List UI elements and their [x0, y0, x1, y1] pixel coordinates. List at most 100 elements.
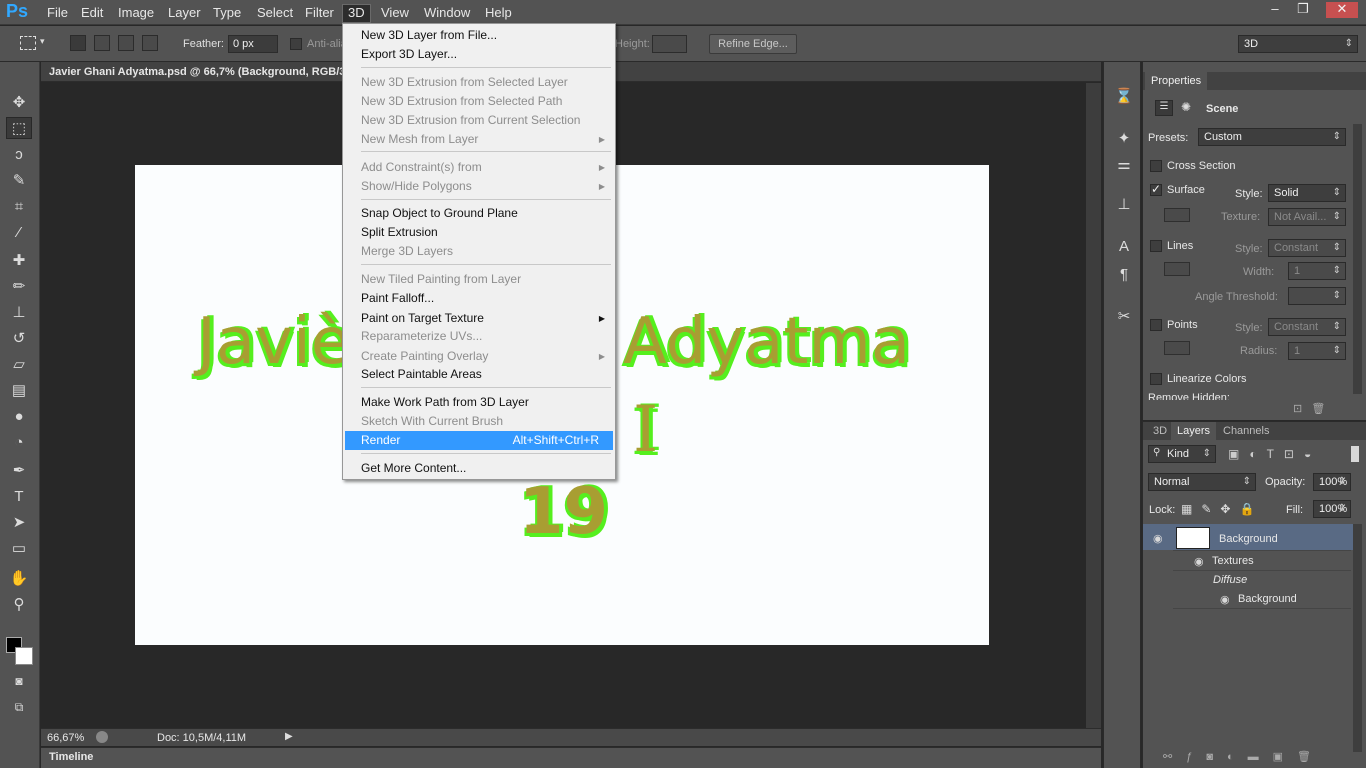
texture-select[interactable]: Not Avail... [1268, 208, 1346, 226]
clone-source-icon[interactable]: ⊥ [1113, 194, 1135, 216]
menu-type[interactable]: Type [208, 5, 246, 22]
background-color-swatch[interactable] [15, 647, 33, 665]
hand-tool-icon[interactable]: ✋ [6, 568, 32, 590]
lines-style-select[interactable]: Constant [1268, 239, 1346, 257]
path-selection-icon[interactable]: ➤ [6, 512, 32, 534]
radius-select[interactable]: 1 [1288, 342, 1346, 360]
tab-properties[interactable]: Properties [1145, 72, 1208, 90]
history-panel-icon[interactable]: ⌛ [1113, 86, 1135, 108]
texture-eye-icon[interactable]: ◉ [1220, 593, 1230, 606]
menu-item-get-more-content[interactable]: Get More Content... [345, 459, 613, 478]
eraser-tool-icon[interactable]: ▱ [6, 354, 32, 376]
tab-layers[interactable]: Layers [1171, 422, 1217, 440]
points-checkbox[interactable] [1150, 319, 1162, 331]
workspace-select[interactable]: 3D [1238, 35, 1358, 53]
status-info-icon[interactable] [96, 731, 108, 743]
menu-filter[interactable]: Filter [300, 5, 339, 22]
surface-checkbox[interactable] [1150, 182, 1162, 196]
layer-filter-icons[interactable]: ▣◐T⊡◒ [1228, 447, 1321, 461]
dodge-tool-icon[interactable]: ◔ [6, 432, 32, 454]
quick-selection-tool-icon[interactable]: ✎ [6, 170, 32, 192]
menu-item-snap-to-ground[interactable]: Snap Object to Ground Plane [345, 204, 613, 223]
add-selection-icon[interactable] [94, 35, 110, 51]
menu-layer[interactable]: Layer [163, 5, 206, 22]
blur-tool-icon[interactable]: ● [6, 406, 32, 428]
menu-item-export-3d-layer[interactable]: Export 3D Layer... [345, 45, 613, 64]
menu-edit[interactable]: Edit [76, 5, 108, 22]
properties-scrollbar[interactable] [1353, 124, 1362, 394]
lines-checkbox[interactable] [1150, 240, 1162, 252]
points-style-select[interactable]: Constant [1268, 318, 1346, 336]
anti-alias-checkbox[interactable] [290, 38, 302, 50]
brush-tool-icon[interactable]: ✏ [6, 276, 32, 298]
lightbulb-icon[interactable]: ✺ [1181, 100, 1191, 114]
chevron-down-icon[interactable]: ▾ [40, 36, 45, 47]
surface-color-swatch[interactable] [1164, 208, 1190, 222]
menu-item-make-work-path[interactable]: Make Work Path from 3D Layer [345, 393, 613, 412]
paragraph-panel-icon[interactable]: ¶ [1113, 264, 1135, 286]
blend-mode-select[interactable]: Normal [1148, 473, 1256, 491]
menu-item-sketch-with-brush[interactable]: Sketch With Current Brush [345, 412, 613, 431]
menu-item-merge-3d-layers[interactable]: Merge 3D Layers [345, 242, 613, 261]
layer-name[interactable]: Background [1219, 533, 1278, 545]
quick-mask-icon[interactable]: ◙ [6, 670, 32, 692]
gradient-tool-icon[interactable]: ▤ [6, 380, 32, 402]
history-brush-icon[interactable]: ↺ [6, 328, 32, 350]
menu-file[interactable]: File [42, 5, 73, 22]
move-tool-icon[interactable]: ✥ [6, 92, 32, 114]
layers-footer-icons[interactable]: ⚯ƒ◙◐▬▣🗑 [1163, 750, 1363, 763]
menu-3d[interactable]: 3D [342, 4, 371, 23]
filter-toggle[interactable] [1351, 446, 1359, 462]
tab-3d[interactable]: 3D [1147, 422, 1173, 440]
menu-item-reparameterize-uvs[interactable]: Reparameterize UVs... [345, 327, 613, 346]
subtract-selection-icon[interactable] [118, 35, 134, 51]
menu-item-paint-falloff[interactable]: Paint Falloff... [345, 289, 613, 308]
pen-tool-icon[interactable]: ✒ [6, 460, 32, 482]
type-tool-icon[interactable]: T [6, 486, 32, 508]
menu-help[interactable]: Help [480, 5, 517, 22]
menu-item-add-constraints[interactable]: Add Constraint(s) from ▶ [345, 158, 613, 177]
cross-section-checkbox[interactable] [1150, 160, 1162, 172]
width-select[interactable]: 1 [1288, 262, 1346, 280]
minimize-icon[interactable]: – [1262, 2, 1288, 18]
menu-item-extrusion-selected-layer[interactable]: New 3D Extrusion from Selected Layer [345, 73, 613, 92]
lines-color-swatch[interactable] [1164, 262, 1190, 276]
menu-item-extrusion-current-selection[interactable]: New 3D Extrusion from Current Selection [345, 111, 613, 130]
marquee-preset-icon[interactable] [20, 36, 36, 50]
height-input[interactable] [652, 35, 687, 53]
menu-item-new-mesh-from-layer[interactable]: New Mesh from Layer ▶ [345, 130, 613, 149]
angle-threshold-select[interactable] [1288, 287, 1346, 305]
properties-footer-icon[interactable]: ⊡ 🗑 [1293, 402, 1325, 415]
status-arrow-icon[interactable]: ▶ [285, 731, 293, 742]
crop-tool-icon[interactable]: ⌗ [6, 196, 32, 218]
clone-stamp-icon[interactable]: ⊥ [6, 302, 32, 324]
presets-select[interactable]: Custom [1198, 128, 1346, 146]
textures-eye-icon[interactable]: ◉ [1194, 555, 1204, 568]
menu-image[interactable]: Image [113, 5, 159, 22]
character-panel-icon[interactable]: A [1113, 236, 1135, 258]
layers-scrollbar[interactable] [1353, 524, 1362, 752]
menu-item-extrusion-selected-path[interactable]: New 3D Extrusion from Selected Path [345, 92, 613, 111]
intersect-selection-icon[interactable] [142, 35, 158, 51]
menu-item-render[interactable]: Render Alt+Shift+Ctrl+R [345, 431, 613, 450]
tab-channels[interactable]: Channels [1217, 422, 1275, 440]
surface-style-select[interactable]: Solid [1268, 184, 1346, 202]
zoom-tool-icon[interactable]: ⚲ [6, 594, 32, 616]
refine-edge-button[interactable]: Refine Edge... [709, 34, 797, 54]
rectangle-tool-icon[interactable]: ▭ [6, 538, 32, 560]
menu-item-paint-on-target-texture[interactable]: Paint on Target Texture ▶ [345, 309, 613, 328]
menu-item-show-hide-polygons[interactable]: Show/Hide Polygons ▶ [345, 177, 613, 196]
tool-presets-icon[interactable]: ✂ [1113, 306, 1135, 328]
menu-item-create-painting-overlay[interactable]: Create Painting Overlay ▶ [345, 347, 613, 366]
menu-window[interactable]: Window [419, 5, 475, 22]
points-color-swatch[interactable] [1164, 341, 1190, 355]
menu-item-split-extrusion[interactable]: Split Extrusion [345, 223, 613, 242]
zoom-level[interactable]: 66,67% [47, 732, 84, 744]
brush-presets-icon[interactable]: ⚌ [1113, 154, 1135, 176]
menu-item-new-3d-layer-from-file[interactable]: New 3D Layer from File... [345, 26, 613, 45]
menu-item-new-tiled-painting[interactable]: New Tiled Painting from Layer [345, 270, 613, 289]
restore-icon[interactable]: ❐ [1290, 2, 1316, 18]
brushes-panel-icon[interactable]: ✦ [1113, 128, 1135, 150]
opacity-input[interactable]: 100% [1313, 473, 1351, 491]
fill-input[interactable]: 100% [1313, 500, 1351, 518]
